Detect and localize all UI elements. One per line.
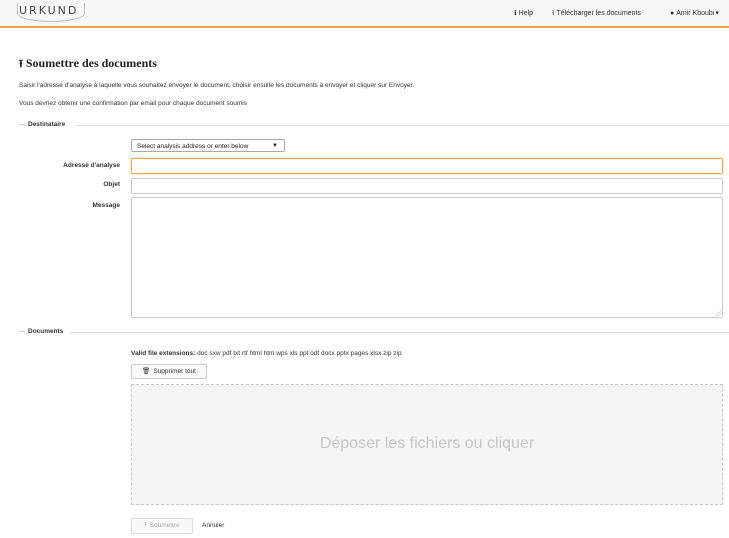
- message-textarea[interactable]: [131, 197, 723, 318]
- cancel-link[interactable]: Annuler: [202, 522, 224, 529]
- upload-icon: ⭱: [19, 58, 23, 70]
- subject-label: Objet: [103, 181, 120, 188]
- documents-legend-text: Documents: [28, 328, 64, 335]
- page-title-text: Soumettre des documents: [25, 56, 157, 70]
- user-icon: ●: [670, 10, 675, 17]
- help-link[interactable]: ℹ Help: [514, 9, 533, 17]
- recipient-legend: Destinataire: [19, 121, 65, 128]
- divider: [70, 332, 729, 333]
- valid-extensions-list: doc sxw pdf txt rtf html htm wps xls ppt…: [197, 350, 402, 357]
- help-label: Help: [518, 10, 534, 17]
- upload-icon: ⭱: [144, 522, 147, 529]
- valid-extensions: Valid file extensions: doc sxw pdf txt r…: [131, 350, 402, 357]
- download-documents-link[interactable]: ⭱ Télécharger les documents: [552, 9, 641, 20]
- recipient-legend-text: Destinataire: [28, 121, 66, 128]
- submit-label: Soumettre: [149, 522, 180, 529]
- address-label: Adresse d'analyse: [63, 162, 120, 169]
- clear-all-label: Supprimer tout: [153, 368, 196, 375]
- select-value: Select analysis address or enter below: [137, 143, 249, 150]
- resize-handle[interactable]: [715, 310, 721, 316]
- logo-text: URKUND: [19, 4, 79, 17]
- urkund-logo[interactable]: URKUND: [17, 3, 85, 22]
- clear-all-button[interactable]: 🗑 Supprimer tout: [131, 364, 207, 379]
- valid-extensions-label: Valid file extensions:: [131, 350, 196, 357]
- user-menu[interactable]: ● Amir Kboubi▾: [670, 9, 721, 17]
- user-name: Amir Kboubi: [676, 10, 715, 17]
- subject-input[interactable]: [131, 178, 723, 194]
- submit-button[interactable]: ⭱ Soumettre: [131, 518, 193, 534]
- info-icon: ℹ: [514, 10, 517, 17]
- confirmation-note: Vous devriez obtenir une confirmation pa…: [19, 100, 247, 107]
- upload-icon: ⭱: [552, 10, 555, 17]
- analysis-address-select[interactable]: Select analysis address or enter below ▼: [131, 139, 285, 152]
- caret-down-icon: ▾: [715, 10, 719, 17]
- documents-legend: Documents: [19, 328, 63, 335]
- dropzone-message: Déposer les fichiers ou cliquer: [319, 435, 535, 452]
- caret-down-icon: ▼: [272, 143, 278, 149]
- top-navbar: URKUND ℹ Help ⭱ Télécharger les documents …: [0, 0, 729, 28]
- message-label: Message: [92, 202, 120, 209]
- trash-icon: 🗑: [142, 368, 151, 375]
- page-title: ⭱ Soumettre des documents: [19, 55, 157, 74]
- file-dropzone[interactable]: Déposer les fichiers ou cliquer: [131, 384, 723, 505]
- divider: [76, 125, 729, 126]
- download-label: Télécharger les documents: [556, 10, 641, 17]
- intro-text: Saisir l'adresse d'analyse à laquelle vo…: [19, 82, 415, 89]
- analysis-address-input[interactable]: [131, 158, 723, 174]
